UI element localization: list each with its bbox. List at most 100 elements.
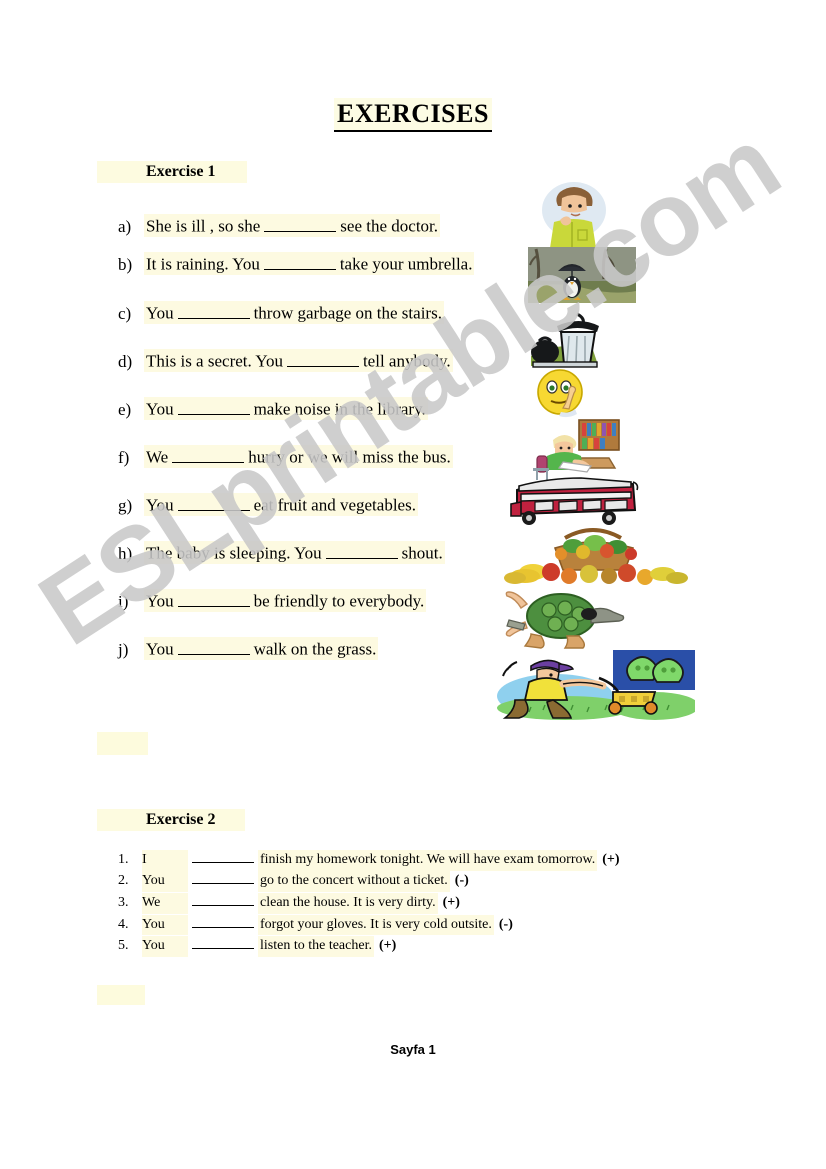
exercise1-item-d: d) This is a secret. You tell anybody. <box>118 349 538 397</box>
stray-highlight-block-lower <box>97 985 145 1005</box>
item-text: The baby is sleeping. You shout. <box>144 541 445 565</box>
answer-blank-h[interactable] <box>325 542 398 559</box>
item-text: clean the house. It is very dirty. <box>258 893 438 914</box>
answer-blank-f[interactable] <box>172 446 245 463</box>
item-label: d) <box>118 351 133 371</box>
item-label: a) <box>118 216 132 236</box>
item-label: i) <box>118 591 129 611</box>
item-text-after: see the doctor. <box>340 216 439 236</box>
item-text: We hurry or we will miss the bus. <box>144 445 453 469</box>
item-number: 5. <box>118 938 129 954</box>
page-footer-text: Sayfa 1 <box>390 1042 436 1057</box>
item-number: 2. <box>118 873 129 889</box>
item-text-after: make noise in the library. <box>253 399 426 419</box>
student-in-library-image <box>523 418 623 480</box>
item-text: finish my homework tonight. We will have… <box>258 849 598 871</box>
polarity-marker: (+) <box>602 851 620 867</box>
exercise1-item-j: j) You walk on the grass. <box>118 637 538 677</box>
item-text-before: It is raining. You <box>146 254 260 274</box>
item-text-before: You <box>146 495 174 515</box>
item-label: j) <box>118 639 129 659</box>
item-text-after: take your umbrella. <box>339 254 473 274</box>
garbage-can-image <box>525 308 605 370</box>
polarity-marker: (-) <box>498 916 513 932</box>
item-subject: You <box>142 871 188 893</box>
fruit-and-vegetables-basket-image <box>503 524 688 586</box>
exercise1-item-e: e) You make noise in the library. <box>118 397 538 445</box>
exercise1-item-b: b) It is raining. You take your umbrella. <box>118 252 538 301</box>
item-text-before: You <box>146 303 174 323</box>
exercise2-question-list: 1. I finish my homework tonight. We will… <box>118 849 620 957</box>
item-label: h) <box>118 543 133 563</box>
exercise2-item-4: 4. You forgot your gloves. It is very co… <box>118 914 620 936</box>
exercise1-item-a: a) She is ill , so she see the doctor. <box>118 214 538 252</box>
item-text-before: You <box>146 591 174 611</box>
exercise2-item-5: 5. You listen to the teacher. (+) <box>118 935 620 957</box>
item-text-after: shout. <box>401 543 443 563</box>
answer-blank-4[interactable] <box>192 914 254 928</box>
item-text: You make noise in the library. <box>144 397 428 421</box>
soldier-turtle-image <box>503 584 628 650</box>
item-text-before: We <box>146 447 169 467</box>
item-number: 1. <box>118 851 129 867</box>
answer-blank-j[interactable] <box>177 638 250 655</box>
answer-blank-2[interactable] <box>192 871 254 885</box>
answer-blank-3[interactable] <box>192 892 254 907</box>
item-text-after: hurry or we will miss the bus. <box>248 447 451 467</box>
answer-blank-e[interactable] <box>177 398 250 415</box>
page-footer: Sayfa 1 <box>0 1042 826 1057</box>
item-text-before: The baby is sleeping. You <box>146 543 322 563</box>
answer-blank-1[interactable] <box>192 849 254 863</box>
item-text-after: throw garbage on the stairs. <box>253 303 442 323</box>
item-text-after: tell anybody. <box>362 351 451 371</box>
item-subject: You <box>142 914 188 936</box>
item-text-before: You <box>146 399 174 419</box>
exercise2-item-1: 1. I finish my homework tonight. We will… <box>118 849 620 871</box>
red-double-decker-bus-image <box>505 476 645 526</box>
answer-blank-a[interactable] <box>264 215 337 232</box>
page-title: EXERCISES <box>0 98 826 132</box>
item-text-after: walk on the grass. <box>253 639 377 659</box>
answer-blank-c[interactable] <box>177 302 250 319</box>
page-title-text: EXERCISES <box>334 98 492 132</box>
exercise1-heading: Exercise 1 <box>146 163 216 180</box>
answer-blank-d[interactable] <box>286 350 359 367</box>
item-text: You walk on the grass. <box>144 637 379 661</box>
worksheet-page: ESLprintable.com EXERCISES Exercise 1 a)… <box>0 0 826 1169</box>
item-text: You throw garbage on the stairs. <box>144 301 444 325</box>
man-mowing-lawn-image <box>495 648 695 720</box>
answer-blank-g[interactable] <box>177 494 250 511</box>
exercise1-item-f: f) We hurry or we will miss the bus. <box>118 445 538 493</box>
exercise2-item-3: 3. We clean the house. It is very dirty.… <box>118 892 620 914</box>
item-text: This is a secret. You tell anybody. <box>144 349 453 373</box>
answer-blank-i[interactable] <box>177 590 250 607</box>
item-text: listen to the teacher. <box>258 936 374 957</box>
answer-blank-5[interactable] <box>192 935 254 950</box>
item-subject: I <box>142 849 188 871</box>
item-text-after: be friendly to everybody. <box>253 591 425 611</box>
item-number: 4. <box>118 916 129 932</box>
item-text: You be friendly to everybody. <box>144 589 427 613</box>
item-label: f) <box>118 447 130 467</box>
item-label: g) <box>118 495 133 515</box>
item-number: 3. <box>118 895 129 911</box>
item-subject: We <box>142 893 188 914</box>
item-subject: You <box>142 936 188 957</box>
exercise2-item-2: 2. You go to the concert without a ticke… <box>118 871 620 893</box>
exercise1-question-list: a) She is ill , so she see the doctor. b)… <box>118 214 538 677</box>
item-text: It is raining. You take your umbrella. <box>144 252 475 276</box>
item-text: You eat fruit and vegetables. <box>144 493 418 517</box>
item-text: She is ill , so she see the doctor. <box>144 214 441 238</box>
item-text-before: She is ill , so she <box>146 216 261 236</box>
item-text-before: This is a secret. You <box>146 351 283 371</box>
shh-smiley-image <box>533 368 589 420</box>
answer-blank-b[interactable] <box>263 253 336 270</box>
exercise1-item-g: g) You eat fruit and vegetables. <box>118 493 538 541</box>
penguin-with-umbrella-image <box>528 247 636 303</box>
sick-man-coughing-image <box>530 180 612 248</box>
exercise1-item-h: h) The baby is sleeping. You shout. <box>118 541 538 589</box>
exercise1-item-i: i) You be friendly to everybody. <box>118 589 538 637</box>
item-text: go to the concert without a ticket. <box>258 871 450 893</box>
item-label: c) <box>118 303 132 323</box>
stray-highlight-block-upper <box>97 732 148 755</box>
